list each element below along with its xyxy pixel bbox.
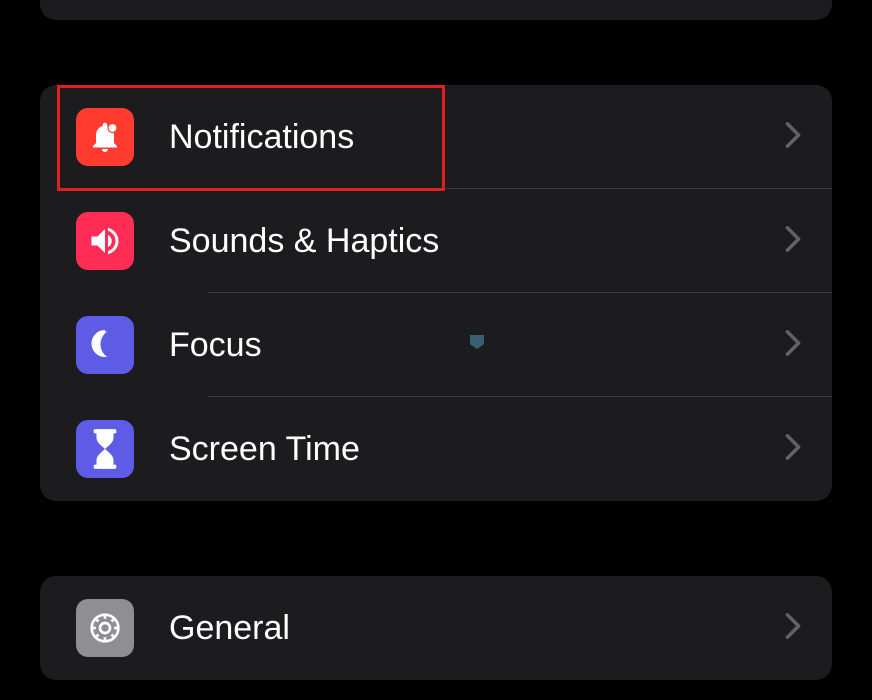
settings-section-main: Notifications Sounds & Haptics Focus — [40, 85, 832, 501]
chevron-right-icon — [784, 433, 802, 466]
general-icon — [76, 599, 134, 657]
settings-row-focus[interactable]: Focus — [40, 293, 832, 397]
chevron-right-icon — [784, 329, 802, 362]
settings-row-label: Sounds & Haptics — [169, 222, 784, 261]
settings-section-partial-top — [40, 0, 832, 20]
screentime-icon — [76, 420, 134, 478]
settings-row-label: Screen Time — [169, 430, 784, 469]
chevron-right-icon — [784, 225, 802, 258]
settings-row-label: Notifications — [169, 118, 784, 157]
settings-row-label: General — [169, 609, 784, 648]
settings-section-bottom: General — [40, 576, 832, 680]
settings-row-screentime[interactable]: Screen Time — [40, 397, 832, 501]
focus-icon — [76, 316, 134, 374]
settings-row-notifications[interactable]: Notifications — [40, 85, 832, 189]
settings-row-sounds[interactable]: Sounds & Haptics — [40, 189, 832, 293]
notifications-icon — [76, 108, 134, 166]
chevron-right-icon — [784, 121, 802, 154]
chevron-right-icon — [784, 612, 802, 645]
settings-row-general[interactable]: General — [40, 576, 832, 680]
sounds-icon — [76, 212, 134, 270]
